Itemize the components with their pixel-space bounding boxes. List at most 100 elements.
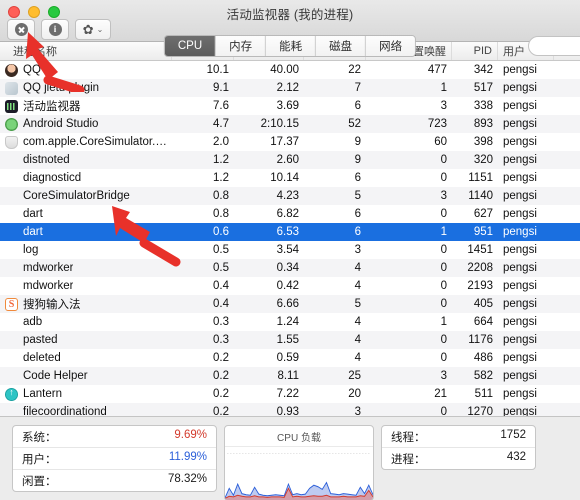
process-icon-placeholder <box>5 226 18 239</box>
stat-row-system: 系统： 9.69% <box>13 426 216 448</box>
column-header-name[interactable]: 进程名称 <box>0 42 172 60</box>
column-header-pid-label: PID <box>473 45 492 57</box>
cell-pid: 951 <box>473 226 493 238</box>
cell-cpu-time: 8.11 <box>277 370 299 382</box>
tab-cpu[interactable]: CPU <box>164 36 217 56</box>
cell-user: pengsi <box>503 262 537 274</box>
process-icon-placeholder <box>5 262 18 275</box>
cell-cpu-percent: 0.5 <box>213 262 229 274</box>
table-row[interactable]: mdworker 0.5 0.34 4 0 2208 pengsi <box>0 259 580 277</box>
process-name-label: QQ jietu plugin <box>23 82 100 94</box>
cell-threads: 6 <box>354 172 361 184</box>
cell-spacer <box>554 295 580 313</box>
table-row[interactable]: adb 0.3 1.24 4 1 664 pengsi <box>0 313 580 331</box>
cell-user: pengsi <box>503 316 537 328</box>
table-row[interactable]: filecoordinationd 0.2 0.93 3 0 1270 pengsi <box>0 403 580 416</box>
tab-disk[interactable]: 磁盘 <box>316 36 367 56</box>
cell-process-name: Lantern <box>0 385 172 403</box>
view-tabs: CPU 内存 能耗 磁盘 网络 <box>163 35 417 57</box>
table-row[interactable]: S 搜狗输入法 0.4 6.66 5 0 405 pengsi <box>0 295 580 313</box>
table-row[interactable]: Code Helper 0.2 8.11 25 3 582 pengsi <box>0 367 580 385</box>
cell-process-name: dart <box>0 223 172 241</box>
cell-spacer <box>554 187 580 205</box>
cpu-load-graph <box>225 447 373 500</box>
cell-threads: 25 <box>348 370 361 382</box>
process-name-label: diagnosticd <box>23 172 82 184</box>
cell-process-name: mdworker <box>0 277 172 295</box>
process-table[interactable]: QQ 10.1 40.00 22 477 342 pengsi QQ jietu plugin… <box>0 61 580 416</box>
cell-cpu-time: 6.82 <box>276 208 299 220</box>
table-row[interactable]: diagnosticd 1.2 10.14 6 0 1151 pengsi <box>0 169 580 187</box>
tab-memory[interactable]: 内存 <box>216 36 267 56</box>
cell-process-name: diagnosticd <box>0 169 172 187</box>
cell-pid: 2208 <box>467 262 493 274</box>
cell-user: pengsi <box>503 352 537 364</box>
table-row[interactable]: deleted 0.2 0.59 4 0 486 pengsi <box>0 349 580 367</box>
tab-network[interactable]: 网络 <box>366 36 416 56</box>
cell-spacer <box>554 205 580 223</box>
column-header-pid[interactable]: PID <box>452 42 498 60</box>
cell-cpu-percent: 9.1 <box>213 82 229 94</box>
table-row[interactable]: mdworker 0.4 0.42 4 0 2193 pengsi <box>0 277 580 295</box>
cell-cpu-time: 17.37 <box>270 136 299 148</box>
cell-spacer <box>554 79 580 97</box>
cell-cpu-percent: 0.3 <box>213 316 229 328</box>
table-row[interactable]: QQ 10.1 40.00 22 477 342 pengsi <box>0 61 580 79</box>
cell-process-name: adb <box>0 313 172 331</box>
quit-process-button[interactable] <box>7 19 35 40</box>
cell-process-name: deleted <box>0 349 172 367</box>
process-name-label: 活动监视器 <box>23 101 81 113</box>
table-row[interactable]: log 0.5 3.54 3 0 1451 pengsi <box>0 241 580 259</box>
table-row[interactable]: com.apple.CoreSimulator.Cor... 2.0 17.37 9 6… <box>0 133 580 151</box>
column-header-name-label: 进程名称 <box>13 46 57 58</box>
stat-value-threads: 1752 <box>500 428 526 441</box>
process-name-label: Code Helper <box>23 370 88 382</box>
tab-energy[interactable]: 能耗 <box>266 36 317 56</box>
cell-user: pengsi <box>503 298 537 310</box>
cell-pid: 517 <box>473 82 493 94</box>
table-row[interactable]: pasted 0.3 1.55 4 0 1176 pengsi <box>0 331 580 349</box>
cell-threads: 4 <box>354 334 361 346</box>
stop-icon <box>14 23 28 36</box>
cell-threads: 3 <box>354 406 361 416</box>
cell-cpu-time: 10.14 <box>270 172 299 184</box>
process-name-label: dart <box>23 208 43 220</box>
cell-spacer <box>554 259 580 277</box>
stat-label-threads: 线程： <box>391 431 426 444</box>
inspect-process-button[interactable]: i <box>41 19 69 40</box>
cell-idle-wakeups: 1 <box>440 226 447 238</box>
cell-threads: 6 <box>354 100 361 112</box>
gear-icon: ✿ <box>82 22 94 37</box>
table-row[interactable]: 活动监视器 7.6 3.69 6 3 338 pengsi <box>0 97 580 115</box>
cell-spacer <box>554 133 580 151</box>
stat-value-system: 9.69% <box>174 428 207 441</box>
table-row[interactable]: CoreSimulatorBridge 0.8 4.23 5 3 1140 pengsi <box>0 187 580 205</box>
table-row[interactable]: Android Studio 4.7 2:10.15 52 723 893 pengsi <box>0 115 580 133</box>
table-row[interactable]: QQ jietu plugin 9.1 2.12 7 1 517 pengsi <box>0 79 580 97</box>
android-app-icon <box>5 117 18 131</box>
cell-cpu-time: 1.24 <box>276 316 299 328</box>
cell-cpu-time: 1.55 <box>276 334 299 346</box>
process-icon-placeholder <box>5 172 18 185</box>
table-row[interactable]: Lantern 0.2 7.22 20 21 511 pengsi <box>0 385 580 403</box>
actions-menu-button[interactable]: ✿ ⌄ <box>75 19 111 40</box>
cell-pid: 627 <box>473 208 493 220</box>
cell-spacer <box>554 115 580 133</box>
cell-cpu-percent: 0.8 <box>213 190 229 202</box>
cell-cpu-time: 6.53 <box>276 226 299 238</box>
cell-cpu-time: 0.59 <box>276 352 299 364</box>
activity-monitor-window: 活动监视器 (我的进程) i ✿ ⌄ CPU 内存 能耗 磁盘 网络 进程名称 … <box>0 0 580 500</box>
cell-spacer <box>554 223 580 241</box>
cell-process-name: log <box>0 241 172 259</box>
cell-user: pengsi <box>503 100 537 112</box>
search-input[interactable] <box>528 36 580 56</box>
cell-cpu-percent: 1.2 <box>213 154 229 166</box>
cell-threads: 4 <box>354 352 361 364</box>
process-name-label: deleted <box>23 352 61 364</box>
table-row[interactable]: distnoted 1.2 2.60 9 0 320 pengsi <box>0 151 580 169</box>
process-name-label: filecoordinationd <box>23 406 107 416</box>
sogou-app-icon: S <box>5 297 18 311</box>
table-row[interactable]: dart 0.8 6.82 6 0 627 pengsi <box>0 205 580 223</box>
table-row[interactable]: dart 0.6 6.53 6 1 951 pengsi <box>0 223 580 241</box>
cell-user: pengsi <box>503 64 537 76</box>
